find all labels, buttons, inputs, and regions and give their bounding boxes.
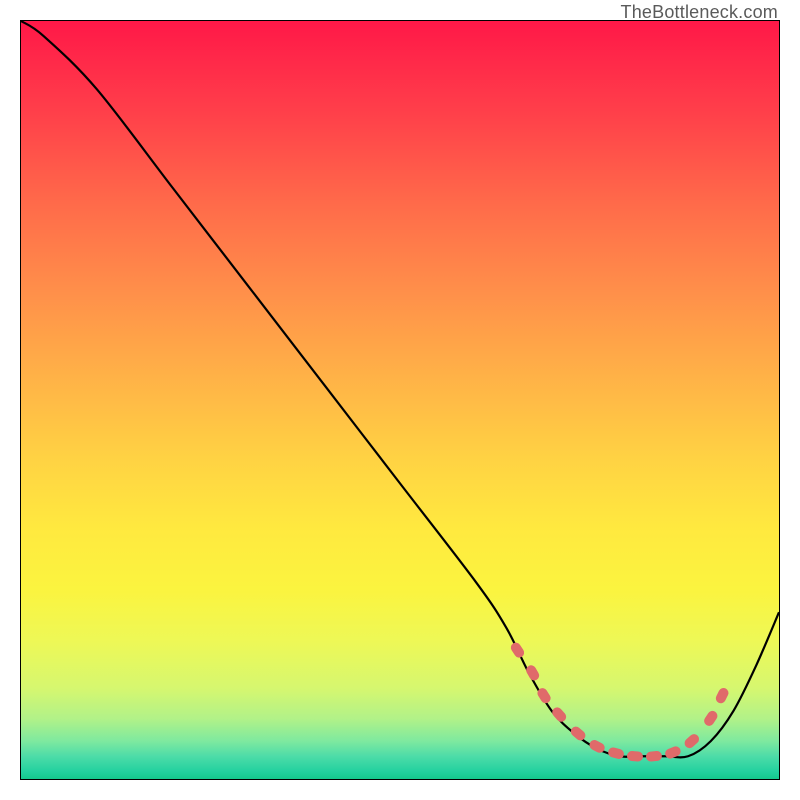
optimal-zone-markers: [509, 641, 730, 762]
marker-point: [683, 732, 702, 750]
marker-point: [702, 709, 719, 728]
marker-point: [607, 746, 625, 760]
marker-point: [714, 686, 730, 705]
marker-point: [550, 705, 568, 724]
marker-point: [509, 641, 526, 660]
marker-point: [627, 751, 644, 762]
marker-point: [569, 725, 588, 743]
marker-point: [645, 751, 662, 763]
bottleneck-curve: [21, 21, 779, 757]
marker-point: [524, 663, 541, 682]
plot-area: [20, 20, 780, 780]
chart-container: TheBottleneck.com: [0, 0, 800, 800]
chart-svg: [21, 21, 779, 779]
